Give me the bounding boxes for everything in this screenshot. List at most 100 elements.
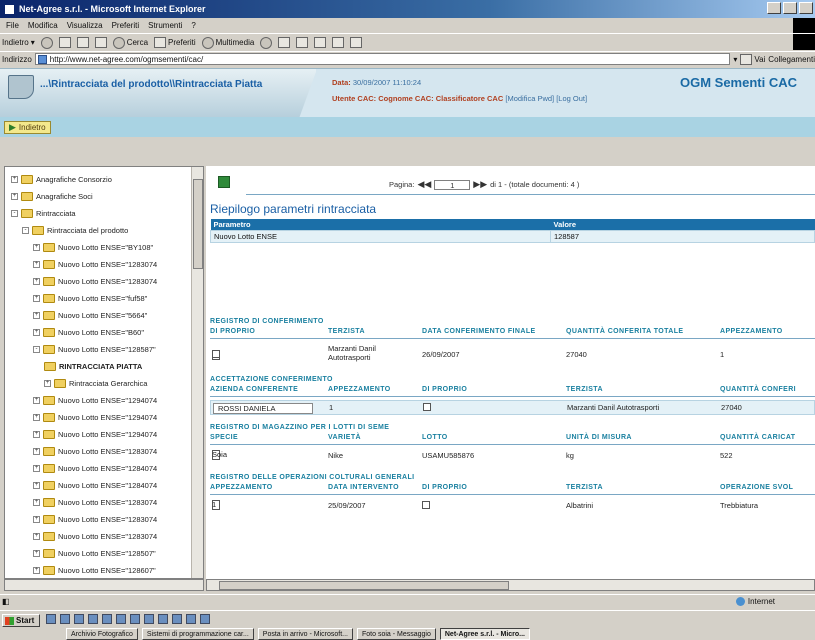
discuss-icon[interactable] [332,37,345,48]
quick-launch-icon[interactable] [130,614,140,624]
links-button[interactable]: Collegamenti [768,55,815,64]
task-button[interactable]: Archivio Fotografico [66,628,138,640]
expand-icon[interactable]: + [33,328,40,336]
quick-launch-icon[interactable] [102,614,112,624]
edit-icon[interactable] [314,37,327,48]
expand-icon[interactable]: + [33,464,40,472]
collapse-icon[interactable]: - [22,226,29,234]
collapse-icon[interactable]: - [33,345,40,353]
expand-icon[interactable]: + [33,277,40,285]
page-input[interactable]: 1 [434,179,471,190]
url-input[interactable]: http://www.net-agree.com/ogmsementi/cac/ [34,53,731,65]
close-button[interactable] [799,2,813,14]
expand-icon[interactable]: + [33,413,40,421]
tree-item[interactable]: + Nuovo Lotto ENSE="128507" [33,545,156,561]
task-button[interactable]: Sistemi di programmazione car... [141,628,254,640]
stop-icon[interactable] [58,37,71,48]
expand-icon[interactable]: + [33,260,40,268]
expand-icon[interactable]: + [33,243,40,251]
account-actions[interactable]: [Modifica Pwd] [Log Out] [505,94,587,103]
tree-item[interactable]: + Rintracciata Gerarchica [44,375,147,391]
favorites-button[interactable]: Preferiti [154,37,196,48]
search-button[interactable]: Cerca [112,36,148,49]
quick-launch-icon[interactable] [186,614,196,624]
menu-modifica[interactable]: Modifica [28,21,58,30]
tree-item[interactable]: + Nuovo Lotto ENSE="BY108" [33,239,153,255]
quick-launch-icon[interactable] [88,614,98,624]
menu-visualizza[interactable]: Visualizza [67,21,103,30]
expand-icon[interactable]: + [33,294,40,302]
tree-item[interactable]: + Nuovo Lotto ENSE="B60" [33,324,144,340]
multimedia-button[interactable]: Multimedia [201,36,254,49]
tree-vertical-scrollbar[interactable] [191,167,203,578]
first-page-icon[interactable]: ◀◀ [417,179,431,190]
tree-item[interactable]: - Rintracciata del prodotto [22,222,128,238]
excel-export-icon[interactable] [218,176,230,188]
scroll-thumb[interactable] [219,581,509,590]
forward-icon[interactable] [40,36,53,49]
quick-launch-icon[interactable] [74,614,84,624]
expand-icon[interactable]: + [33,311,40,319]
scroll-thumb[interactable] [193,179,203,269]
expand-icon[interactable]: + [33,396,40,404]
start-button[interactable]: Start [2,614,40,627]
home-icon[interactable] [94,37,107,48]
main-horizontal-scrollbar[interactable] [206,579,815,591]
tree-item[interactable]: + Nuovo Lotto ENSE="1294074 [33,426,157,442]
checkbox[interactable] [212,350,220,358]
expand-icon[interactable]: + [11,175,18,183]
expand-icon[interactable]: + [44,379,51,387]
tree-item[interactable]: + Nuovo Lotto ENSE="1284074 [33,460,157,476]
back-button[interactable]: Indietro ▾ [2,38,35,47]
indietro-button[interactable]: ▶ Indietro [4,120,51,134]
expand-icon[interactable]: + [33,498,40,506]
expand-icon[interactable]: + [33,430,40,438]
tree-item[interactable]: + Anagrafiche Consorzio [11,171,112,187]
tree-horizontal-scrollbar[interactable] [4,579,204,591]
tree-item[interactable]: + Nuovo Lotto ENSE="1294074 [33,409,157,425]
tree-item[interactable]: - Rintracciata [11,205,76,221]
expand-icon[interactable]: + [33,532,40,540]
tree-item[interactable]: + Anagrafiche Soci [11,188,93,204]
tree-item[interactable]: + Nuovo Lotto ENSE="1283074 [33,273,157,289]
quick-launch-icon[interactable] [46,614,56,624]
tree-item[interactable]: + Nuovo Lotto ENSE="1283074 [33,443,157,459]
tree-item[interactable]: + Nuovo Lotto ENSE="1283074 [33,494,157,510]
task-button-active[interactable]: Net-Agree s.r.l. - Micro... [439,628,531,640]
expand-icon[interactable]: + [33,515,40,523]
quick-launch-icon[interactable] [200,614,210,624]
menu-help[interactable]: ? [191,21,195,30]
tree-item[interactable]: + Nuovo Lotto ENSE="128607" [33,562,156,578]
address-dropdown-icon[interactable]: ▾ [733,55,737,64]
expand-icon[interactable]: + [33,549,40,557]
quick-launch-icon[interactable] [60,614,70,624]
menu-preferiti[interactable]: Preferiti [112,21,140,30]
expand-icon[interactable]: + [33,447,40,455]
task-button[interactable]: Posta in arrivo - Microsoft... [257,628,353,640]
tree-item[interactable]: + Nuovo Lotto ENSE="5664" [33,307,147,323]
collapse-icon[interactable]: - [11,209,18,217]
quick-launch-icon[interactable] [158,614,168,624]
maximize-button[interactable] [783,2,797,14]
last-page-icon[interactable]: ▶▶ [473,179,487,190]
messenger-icon[interactable] [350,37,363,48]
tree-item[interactable]: + Nuovo Lotto ENSE="1284074 [33,477,157,493]
quick-launch-icon[interactable] [172,614,182,624]
tree-item[interactable]: + Nuovo Lotto ENSE="1283074 [33,256,157,272]
tree-item[interactable]: - Nuovo Lotto ENSE="128587" [33,341,156,357]
tree-item[interactable]: + Nuovo Lotto ENSE="fuf58" [33,290,147,306]
expand-icon[interactable]: + [33,481,40,489]
quick-launch-icon[interactable] [144,614,154,624]
refresh-icon[interactable] [76,37,89,48]
history-icon[interactable] [260,36,273,49]
menu-file[interactable]: File [6,21,19,30]
azienda-cell[interactable]: ROSSI DANIELA [213,403,313,414]
go-button[interactable]: Vai [740,53,765,65]
quick-launch-icon[interactable] [116,614,126,624]
minimize-button[interactable] [767,2,781,14]
checkbox[interactable] [423,403,431,411]
expand-icon[interactable]: + [11,192,18,200]
tree-item[interactable]: RINTRACCIATA PIATTA [44,358,142,374]
menu-strumenti[interactable]: Strumenti [148,21,182,30]
expand-icon[interactable]: + [33,566,40,574]
